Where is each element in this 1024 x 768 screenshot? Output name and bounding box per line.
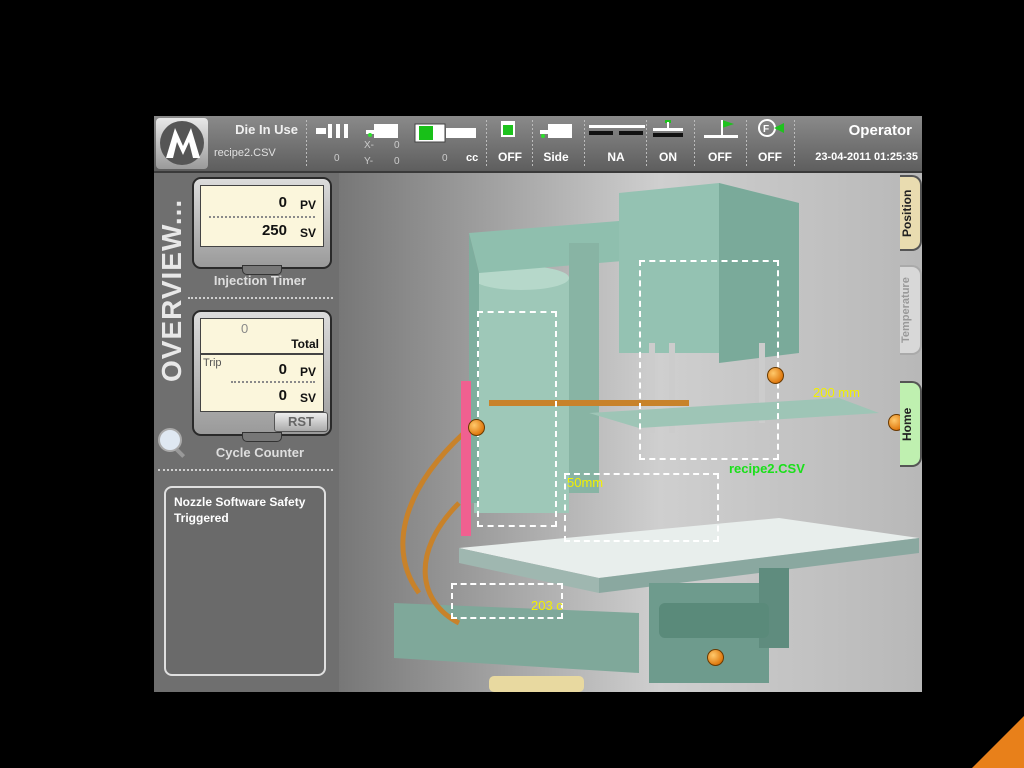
filter-icon: F: [752, 117, 786, 144]
temperature-label: 203 c: [531, 598, 563, 613]
y-axis-label: Y-: [364, 156, 374, 167]
platen-icon: [589, 124, 645, 143]
syringe-value: 0: [334, 153, 340, 164]
recipe-file-label: recipe2.CSV: [214, 147, 276, 159]
status-off-2: OFF: [708, 150, 732, 164]
lever-icon: [702, 118, 742, 145]
mold-hotspot[interactable]: [707, 649, 724, 666]
separator: [306, 120, 307, 168]
sv-unit: SV: [299, 226, 316, 240]
x-axis-label: X-: [364, 140, 374, 151]
clamp-hotspot[interactable]: [767, 367, 784, 384]
machine-illustration: [394, 183, 919, 692]
cycle-sv: 0: [278, 387, 287, 404]
mold-side-icon: [538, 122, 574, 145]
separator: [532, 120, 533, 168]
magnifier-icon[interactable]: [156, 426, 190, 465]
separator: [158, 469, 333, 471]
cycle-counter-caption: Cycle Counter: [215, 445, 305, 460]
operator-login-button[interactable]: Operator: [849, 122, 912, 139]
reset-button[interactable]: RST: [274, 412, 328, 432]
indicator-icon: [499, 119, 517, 144]
injection-timer-sv: 250: [261, 222, 287, 239]
clamp-stroke-label: 200 mm: [813, 385, 860, 400]
pv-unit: PV: [299, 198, 316, 212]
separator: [694, 120, 695, 168]
tab-temperature[interactable]: Temperature: [900, 265, 922, 355]
slide-corner-decoration: [972, 716, 1024, 768]
hmi-screen: Die In Use recipe2.CSV 0 X- 0 Y- 0 0 cc …: [154, 116, 922, 692]
divider: [209, 216, 315, 218]
sv-unit: SV: [299, 391, 316, 405]
cycle-pv: 0: [278, 361, 287, 378]
top-status-bar: Die In Use recipe2.CSV 0 X- 0 Y- 0 0 cc …: [154, 116, 922, 173]
cycle-total-display: 0 Total: [200, 318, 324, 354]
cycle-total-value: 0: [241, 321, 249, 336]
volume-value: 0: [442, 153, 448, 164]
injection-timer-caption: Injection Timer: [213, 273, 307, 288]
left-panel: OVERVIEW... 0 PV 250 SV Injection Timer …: [154, 173, 339, 692]
cycle-trip-display: Trip 0 PV 0 SV: [200, 354, 324, 412]
pv-unit: PV: [299, 365, 316, 379]
clamp-icon: [651, 118, 687, 145]
y-axis-value: 0: [394, 156, 400, 167]
separator: [486, 120, 487, 168]
gauge-foot: [242, 432, 282, 442]
status-na: NA: [607, 150, 625, 164]
injection-timer-pv: 0: [278, 194, 287, 211]
mold-height-label: 50mm: [567, 475, 604, 490]
recipe-name-label: recipe2.CSV: [729, 461, 805, 476]
barrel-icon: [414, 122, 480, 149]
tab-home[interactable]: Home: [900, 381, 922, 467]
separator: [746, 120, 747, 168]
die-in-use-label: Die In Use: [235, 122, 298, 137]
x-axis-value: 0: [394, 140, 400, 151]
datetime-display: 23-04-2011 01:25:35: [815, 151, 918, 163]
status-off-3: OFF: [758, 150, 782, 164]
cycle-counter-gauge[interactable]: 0 Total Trip 0 PV 0 SV RST: [192, 310, 332, 442]
separator: [646, 120, 647, 168]
clamp-zone-outline: [639, 260, 779, 460]
company-logo: [156, 118, 208, 169]
trip-label: Trip: [203, 357, 222, 369]
divider: [231, 381, 315, 383]
injection-zone-outline: [477, 311, 557, 527]
separator: [584, 120, 585, 168]
injection-timer-display: 0 PV 250 SV: [200, 185, 324, 247]
injection-hotspot[interactable]: [468, 419, 485, 436]
status-side: Side: [543, 150, 569, 164]
overview-title: OVERVIEW...: [156, 199, 187, 383]
syringe-icon: [314, 122, 354, 147]
tab-position[interactable]: Position: [900, 175, 922, 251]
volume-unit: cc: [466, 152, 479, 164]
alarm-message-box: Nozzle Software Safety Triggered: [164, 486, 326, 676]
status-off-1: OFF: [498, 150, 522, 164]
alarm-message-text: Nozzle Software Safety Triggered: [174, 495, 306, 525]
machine-overview-view: 200 mm 50mm recipe2.CSV 203 c Position T…: [339, 173, 922, 692]
separator: [188, 297, 333, 299]
status-on: ON: [659, 150, 677, 164]
svg-text:F: F: [763, 124, 769, 135]
total-label: Total: [291, 337, 319, 351]
injection-timer-gauge[interactable]: 0 PV 250 SV: [192, 177, 332, 275]
separator: [794, 120, 795, 168]
